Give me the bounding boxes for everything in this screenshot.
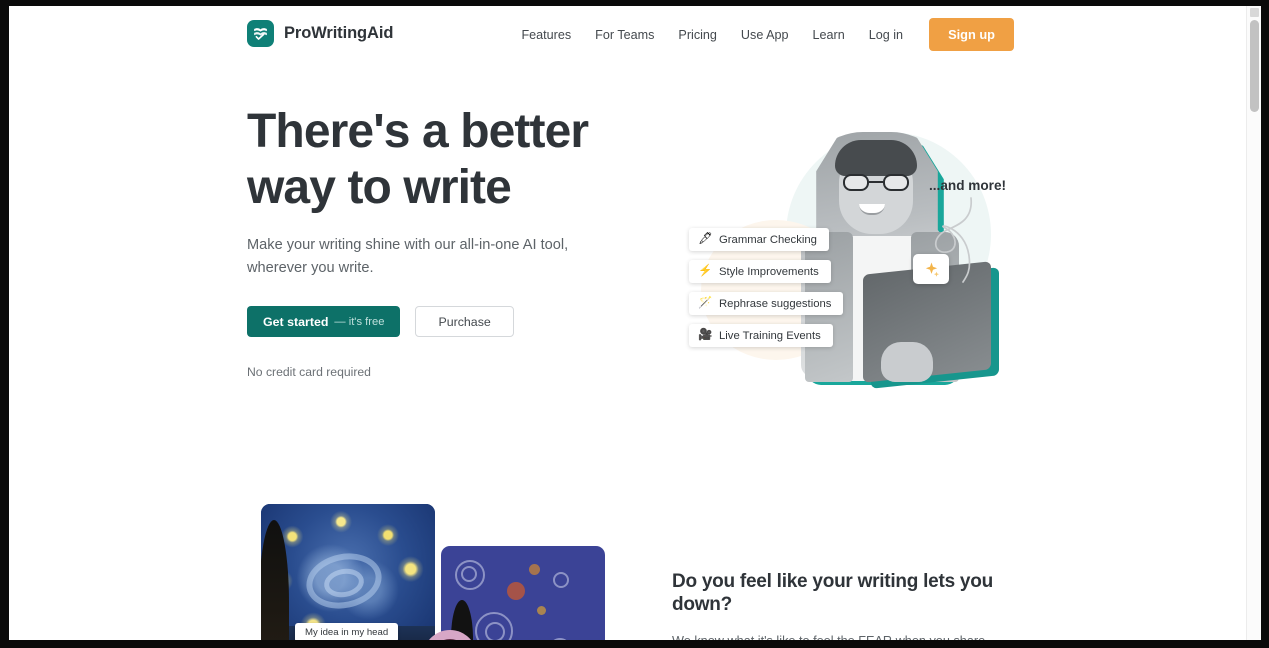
person-hair <box>835 140 917 176</box>
scrollbar-thumb[interactable] <box>1250 20 1259 112</box>
image-caption: My idea in my head <box>295 623 399 640</box>
spiral-decoration <box>553 572 569 588</box>
nav-item-pricing[interactable]: Pricing <box>666 21 729 49</box>
browser-frame: ProWritingAid Features For Teams Pricing… <box>0 0 1269 648</box>
pink-arc-inner <box>431 639 469 640</box>
spiral-decoration <box>461 566 477 582</box>
get-started-free-tag: — it's free <box>334 315 385 328</box>
glasses-bridge <box>869 181 883 183</box>
glasses-lens-left <box>843 174 869 191</box>
book-logo-icon <box>247 20 274 47</box>
feature-chip-list: 🖋 Grammar Checking ⚡ Style Improvements … <box>689 228 844 347</box>
dot-decoration <box>507 582 525 600</box>
scroll-up-arrow-icon[interactable] <box>1250 8 1259 17</box>
hero-headline: There's a better way to write <box>247 105 589 215</box>
main-navigation: Features For Teams Pricing Use App Learn… <box>509 18 1014 51</box>
window-left-bar <box>0 6 9 640</box>
lower-text-block: Do you feel like your writing lets you d… <box>672 571 1032 640</box>
hero-cta-row: Get started — it's free Purchase <box>247 306 647 338</box>
feature-chip-label: Live Training Events <box>719 329 821 342</box>
sparkle-badge <box>913 254 949 284</box>
feature-chip-grammar-checking[interactable]: 🖋 Grammar Checking <box>689 228 829 251</box>
spiral-decoration <box>549 638 571 640</box>
person-hand <box>881 342 933 382</box>
nav-item-for-teams[interactable]: For Teams <box>583 21 666 49</box>
lower-image-group: My idea in my head <box>255 504 605 640</box>
nav-item-features[interactable]: Features <box>509 21 583 49</box>
flat-blue-illustration <box>441 546 605 640</box>
magic-wand-icon: 🪄 <box>698 296 713 309</box>
lower-section-title: Do you feel like your writing lets you d… <box>672 571 993 615</box>
lower-section-body: We know what it's like to feel the FEAR … <box>672 631 1016 640</box>
get-started-button[interactable]: Get started — it's free <box>247 306 401 338</box>
dot-decoration <box>537 606 546 615</box>
brand-logo-link[interactable]: ProWritingAid <box>247 20 393 47</box>
page-content: ProWritingAid Features For Teams Pricing… <box>9 6 1246 640</box>
and-more-label: ...and more! <box>929 178 1007 193</box>
feature-chip-label: Grammar Checking <box>719 233 817 246</box>
purchase-button[interactable]: Purchase <box>415 306 514 338</box>
feature-chip-live-training-events[interactable]: 🎥 Live Training Events <box>689 324 833 347</box>
lightning-bolt-icon: ⚡ <box>698 264 713 277</box>
feature-chip-label: Rephrase suggestions <box>719 297 832 310</box>
starry-night-painting: My idea in my head <box>261 504 435 640</box>
feature-chip-rephrase-suggestions[interactable]: 🪄 Rephrase suggestions <box>689 292 844 315</box>
feature-chip-style-improvements[interactable]: ⚡ Style Improvements <box>689 260 831 283</box>
nav-item-log-in[interactable]: Log in <box>857 21 915 49</box>
sparkle-icon <box>925 262 939 277</box>
hero-illustration: 🖋 Grammar Checking ⚡ Style Improvements … <box>681 110 1021 395</box>
window-right-bar <box>1261 6 1269 640</box>
video-camera-icon: 🎥 <box>698 328 713 341</box>
eyeglasses-icon <box>843 174 909 191</box>
no-credit-card-note: No credit card required <box>247 365 371 380</box>
spiral-decoration <box>485 622 505 640</box>
nav-item-use-app[interactable]: Use App <box>729 21 801 49</box>
dot-decoration <box>529 564 540 575</box>
feature-chip-label: Style Improvements <box>719 265 819 278</box>
nav-item-learn[interactable]: Learn <box>801 21 857 49</box>
quill-pen-icon: 🖋 <box>698 232 713 245</box>
sign-up-button[interactable]: Sign up <box>929 18 1014 51</box>
page-scrollbar[interactable] <box>1246 6 1261 640</box>
glasses-lens-right <box>883 174 909 191</box>
brand-name: ProWritingAid <box>284 24 394 42</box>
site-header: ProWritingAid Features For Teams Pricing… <box>9 6 1246 63</box>
page-viewport: ProWritingAid Features For Teams Pricing… <box>9 6 1261 640</box>
get-started-label: Get started <box>263 314 329 329</box>
hero-text-block: There's a better way to write Make your … <box>247 104 647 379</box>
window-bottom-bar <box>0 639 1269 648</box>
hero-subheadline: Make your writing shine with our all-in-… <box>247 237 569 277</box>
